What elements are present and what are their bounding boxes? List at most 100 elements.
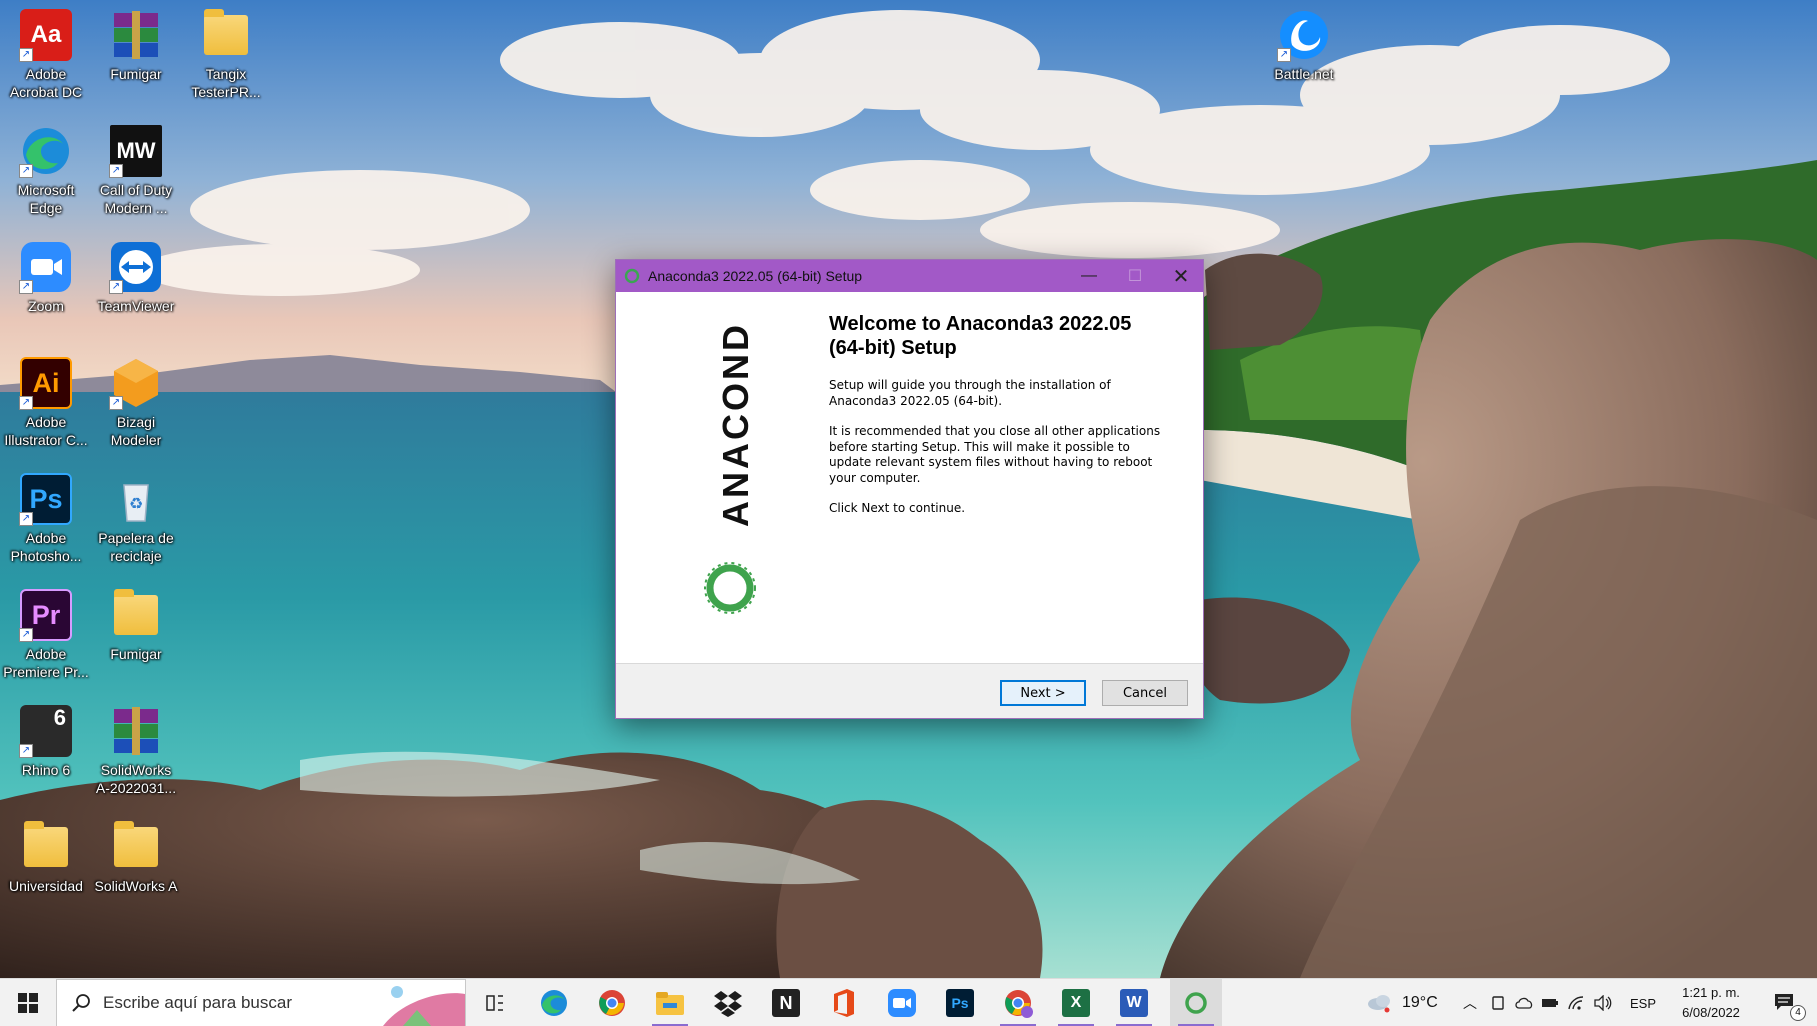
shortcut-arrow-icon: ↗ <box>19 744 33 758</box>
desktop-icon-label: Papelera de reciclaje <box>98 530 174 564</box>
input-language-indicator[interactable]: ESP <box>1620 979 1666 1026</box>
winrar-glyph <box>109 8 163 62</box>
device-icon <box>1492 996 1504 1010</box>
tangix-folder-icon[interactable]: Tangix TesterPR... <box>182 8 270 101</box>
recycle-bin-icon[interactable]: ♻ Papelera de reciclaje <box>92 472 180 565</box>
battery-icon <box>1542 999 1558 1007</box>
anaconda-ring-icon <box>1185 992 1207 1014</box>
zoom-camera-icon <box>888 989 916 1017</box>
welcome-heading-line2: (64-bit) Setup <box>829 337 957 359</box>
teamviewer-glyph: ↗ <box>109 240 163 294</box>
taskbar-file-explorer-button[interactable] <box>644 979 696 1026</box>
search-placeholder: Escribe aquí para buscar <box>103 993 292 1012</box>
desktop-icon-label: Adobe Photosho... <box>10 530 82 564</box>
shortcut-arrow-icon: ↗ <box>19 280 33 294</box>
taskbar-clock[interactable]: 1:21 p. m. 6/08/2022 <box>1672 983 1750 1023</box>
taskbar-zoom-button[interactable] <box>876 979 928 1026</box>
windows-logo-icon <box>18 993 38 1013</box>
minimize-button[interactable]: — <box>1066 260 1112 292</box>
folder-glyph <box>109 588 163 642</box>
taskbar-edge-button[interactable] <box>528 979 580 1026</box>
chrome-icon <box>599 990 625 1016</box>
tray-volume-icon[interactable] <box>1590 979 1616 1026</box>
fumigar-folder-icon[interactable]: Fumigar <box>92 588 180 663</box>
language-text: ESP <box>1629 995 1656 1011</box>
taskbar-anaconda-setup-button[interactable] <box>1170 979 1222 1026</box>
close-button[interactable]: ✕ <box>1158 260 1204 292</box>
taskbar-photoshop-button[interactable]: Ps <box>934 979 986 1026</box>
tray-wifi-icon[interactable] <box>1564 979 1588 1026</box>
taskbar-office-button[interactable] <box>818 979 870 1026</box>
adobe-premiere-icon[interactable]: Pr ↗ Adobe Premiere Pr... <box>2 588 90 681</box>
search-highlight-illustration-icon <box>383 986 465 1026</box>
taskbar-word-button[interactable]: W <box>1108 979 1160 1026</box>
tray-device-icon[interactable] <box>1486 979 1510 1026</box>
shortcut-arrow-icon: ↗ <box>19 396 33 410</box>
next-button[interactable]: Next > <box>1000 680 1086 706</box>
task-view-icon <box>486 995 503 1011</box>
tray-onedrive-icon[interactable] <box>1512 979 1536 1026</box>
recycle-bin-glyph: ♻ <box>109 472 163 526</box>
word-icon: W <box>1120 989 1148 1017</box>
dialog-titlebar[interactable]: Anaconda3 2022.05 (64-bit) Setup — ☐ ✕ <box>616 260 1203 292</box>
excel-icon: X <box>1062 989 1090 1017</box>
shortcut-arrow-icon: ↗ <box>19 48 33 62</box>
cod-glyph: MW ↗ <box>109 124 163 178</box>
svg-text:♻: ♻ <box>129 494 143 513</box>
welcome-heading-line1: Welcome to Anaconda3 2022.05 <box>829 313 1132 335</box>
folder-icon <box>114 821 158 867</box>
solidworks-winrar-icon[interactable]: SolidWorks A-2022031... <box>92 704 180 797</box>
office-icon <box>834 989 854 1017</box>
adobe-acrobat-dc-icon[interactable]: Aa ↗ Adobe Acrobat DC <box>2 8 90 101</box>
dialog-body: ANACONDA. Welcome to Anaconda3 2022.05 (… <box>616 292 1203 663</box>
maximize-button[interactable]: ☐ <box>1112 260 1158 292</box>
illustrator-glyph: Ai ↗ <box>19 356 73 410</box>
solidworks-a-folder-icon[interactable]: SolidWorks A <box>92 820 180 895</box>
intro-paragraph: Setup will guide you through the install… <box>829 378 1111 408</box>
winrar-glyph <box>109 704 163 758</box>
universidad-folder-icon[interactable]: Universidad <box>2 820 90 895</box>
chevron-up-icon: ︿ <box>1463 995 1477 1011</box>
weather-widget[interactable]: 19°C <box>1366 979 1454 1026</box>
folder-glyph <box>19 820 73 874</box>
fumigar-winrar-icon[interactable]: Fumigar <box>92 8 180 83</box>
adobe-illustrator-icon[interactable]: Ai ↗ Adobe Illustrator C... <box>2 356 90 449</box>
cloud-icon <box>1515 997 1533 1009</box>
anaconda-ring-icon <box>704 562 756 614</box>
shortcut-arrow-icon: ↗ <box>109 164 123 178</box>
teamviewer-icon[interactable]: ↗ TeamViewer <box>92 240 180 315</box>
task-view-button[interactable] <box>470 979 520 1026</box>
zoom-icon[interactable]: ↗ Zoom <box>2 240 90 315</box>
taskbar-notion-button[interactable]: N <box>760 979 812 1026</box>
call-of-duty-icon[interactable]: MW ↗ Call of Duty Modern ... <box>92 124 180 217</box>
maximize-icon: ☐ <box>1127 268 1143 285</box>
battle-net-icon[interactable]: ↗ Battle.net <box>1260 8 1348 83</box>
taskbar-chrome-button[interactable] <box>586 979 638 1026</box>
wifi-icon <box>1568 996 1584 1010</box>
adobe-photoshop-icon[interactable]: Ps ↗ Adobe Photosho... <box>2 472 90 565</box>
rhino-glyph: 6 ↗ <box>19 704 73 758</box>
taskbar-search-box[interactable]: Escribe aquí para buscar <box>56 979 466 1026</box>
clock-date: 6/08/2022 <box>1682 1005 1740 1020</box>
rhino-6-icon[interactable]: 6 ↗ Rhino 6 <box>2 704 90 779</box>
microsoft-edge-icon[interactable]: ↗ Microsoft Edge <box>2 124 90 217</box>
taskbar-dropbox-button[interactable] <box>702 979 754 1026</box>
cancel-button[interactable]: Cancel <box>1102 680 1188 706</box>
temperature-text: 19°C <box>1402 994 1438 1011</box>
bizagi-modeler-icon[interactable]: ↗ Bizagi Modeler <box>92 356 180 449</box>
clock-time: 1:21 p. m. <box>1682 985 1740 1000</box>
notification-count-badge: 4 <box>1790 1005 1806 1021</box>
start-button[interactable] <box>0 979 56 1026</box>
minimize-icon: — <box>1081 267 1097 284</box>
bizagi-glyph: ↗ <box>109 356 163 410</box>
action-center-button[interactable]: 4 <box>1760 979 1810 1026</box>
desktop-icon-label: TeamViewer <box>97 298 175 314</box>
taskbar-excel-button[interactable]: X <box>1050 979 1102 1026</box>
taskbar-chrome-profile-button[interactable] <box>992 979 1044 1026</box>
show-hidden-icons-button[interactable]: ︿ <box>1458 979 1482 1026</box>
desktop-icon-label: Fumigar <box>110 646 162 662</box>
anaconda-setup-dialog: Anaconda3 2022.05 (64-bit) Setup — ☐ ✕ A… <box>615 259 1204 719</box>
battle-net-glyph: ↗ <box>1277 8 1331 62</box>
tray-battery-icon[interactable] <box>1538 979 1562 1026</box>
adobe-acrobat-dc-glyph: Aa ↗ <box>19 8 73 62</box>
